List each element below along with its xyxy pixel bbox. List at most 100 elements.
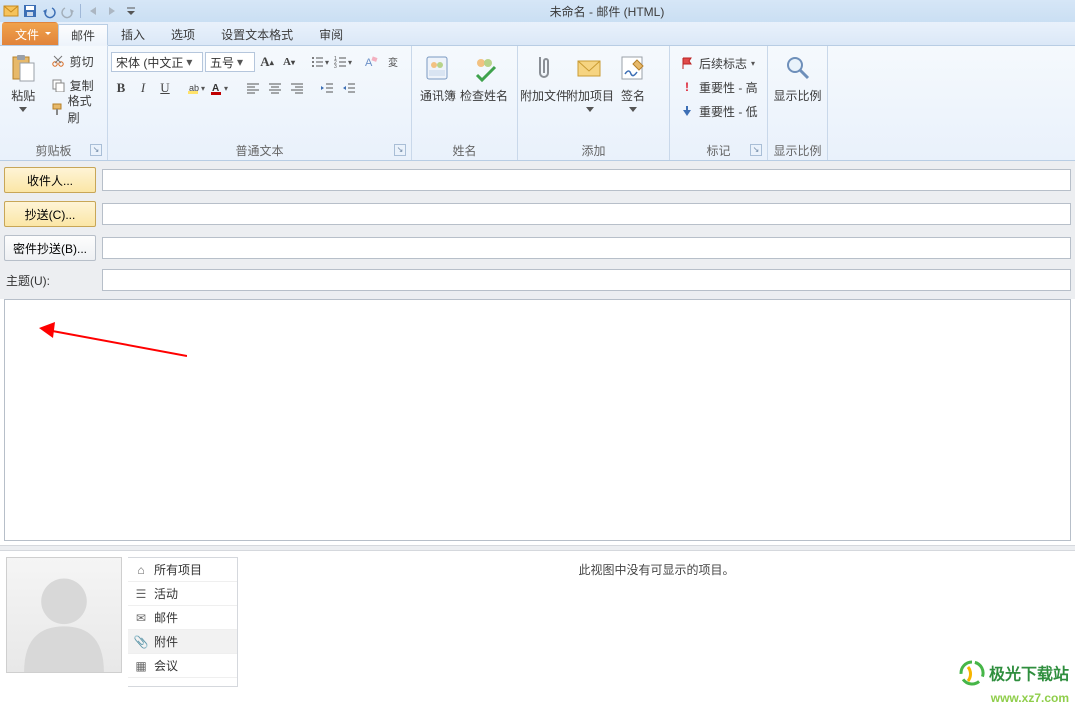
redo-icon[interactable] — [59, 2, 77, 20]
exclamation-icon: ! — [679, 79, 695, 95]
align-right-button[interactable] — [287, 78, 307, 98]
paperclip-icon — [528, 52, 560, 84]
cut-button[interactable]: 剪切 — [46, 50, 102, 72]
address-book-icon — [422, 52, 454, 84]
btab-attachments-label: 附件 — [154, 633, 178, 650]
btab-activity[interactable]: ☰活动 — [128, 582, 237, 606]
format-painter-label: 格式刷 — [68, 92, 98, 126]
attach-item-button[interactable]: 附加项目 — [567, 48, 613, 112]
subject-label: 主题(U): — [4, 272, 96, 289]
address-book-button[interactable]: 通讯簿 — [415, 48, 461, 104]
people-pane-tabs: ⌂所有项目 ☰活动 ✉邮件 📎附件 ▦会议 — [128, 557, 238, 687]
watermark-text: 极光下载站 — [989, 667, 1069, 684]
attach-file-button[interactable]: 附加文件 — [521, 48, 567, 104]
row-cc: 抄送(C)... — [4, 201, 1071, 227]
cc-button[interactable]: 抄送(C)... — [4, 201, 96, 227]
chevron-down-icon — [629, 107, 637, 112]
follow-up-button[interactable]: 后续标志 ▾ — [675, 52, 762, 74]
paste-button[interactable]: 粘贴 — [3, 48, 44, 112]
subject-input[interactable] — [102, 269, 1071, 291]
high-importance-button[interactable]: ! 重要性 - 高 — [675, 76, 762, 98]
phonetic-guide-button[interactable]: 変 — [383, 52, 403, 72]
next-item-icon[interactable] — [103, 2, 121, 20]
launcher-icon[interactable]: ↘ — [394, 144, 406, 156]
numbering-button[interactable]: 123▾ — [332, 52, 353, 72]
row-bcc: 密件抄送(B)... — [4, 235, 1071, 261]
tab-file-label: 文件 — [15, 26, 39, 43]
btab-all-label: 所有项目 — [154, 561, 202, 578]
tab-insert[interactable]: 插入 — [108, 23, 158, 45]
down-arrow-icon — [679, 103, 695, 119]
align-center-button[interactable] — [265, 78, 285, 98]
font-color-button[interactable]: A▾ — [208, 78, 229, 98]
launcher-icon[interactable]: ↘ — [90, 144, 102, 156]
copy-icon — [50, 77, 66, 93]
paste-label: 粘贴 — [11, 87, 35, 104]
cut-label: 剪切 — [70, 53, 94, 70]
bullets-button[interactable]: ▾ — [309, 52, 330, 72]
ribbon-tabs: 文件 邮件 插入 选项 设置文本格式 审阅 — [0, 22, 1075, 46]
tab-options-label: 选项 — [171, 26, 195, 43]
empty-message: 此视图中没有可显示的项目。 — [238, 551, 1075, 711]
btab-meetings[interactable]: ▦会议 — [128, 654, 237, 678]
watermark-logo-icon — [959, 660, 985, 691]
tab-options[interactable]: 选项 — [158, 23, 208, 45]
underline-button[interactable]: U — [155, 78, 175, 98]
font-size-combo[interactable]: 五号▾ — [205, 52, 255, 72]
zoom-button[interactable]: 显示比例 — [771, 48, 824, 104]
tab-file[interactable]: 文件 — [2, 22, 58, 45]
qat-customize-icon[interactable] — [122, 2, 140, 20]
to-input[interactable] — [102, 169, 1071, 191]
check-names-button[interactable]: 检查姓名 — [461, 48, 507, 104]
message-body[interactable] — [4, 299, 1071, 541]
app-icon — [2, 2, 20, 20]
cc-input[interactable] — [102, 203, 1071, 225]
watermark-url: www.xz7.com — [959, 691, 1069, 705]
btab-attachments[interactable]: 📎附件 — [128, 630, 237, 654]
grow-font-button[interactable]: A▴ — [257, 52, 277, 72]
group-clipboard-label: 剪贴板↘ — [3, 142, 104, 160]
svg-text:A: A — [365, 57, 373, 69]
annotation-arrow — [37, 318, 187, 358]
bcc-input[interactable] — [102, 237, 1071, 259]
to-button[interactable]: 收件人... — [4, 167, 96, 193]
launcher-icon[interactable]: ↘ — [750, 144, 762, 156]
highlight-button[interactable]: ab▾ — [185, 78, 206, 98]
save-icon[interactable] — [21, 2, 39, 20]
watermark: 极光下载站 www.xz7.com — [959, 660, 1069, 705]
bcc-button[interactable]: 密件抄送(B)... — [4, 235, 96, 261]
align-left-button[interactable] — [243, 78, 263, 98]
format-painter-button[interactable]: 格式刷 — [46, 98, 102, 120]
signature-label: 签名 — [621, 87, 645, 104]
zoom-label: 显示比例 — [773, 87, 821, 104]
group-basic-text-label: 普通文本↘ — [111, 142, 408, 160]
undo-icon[interactable] — [40, 2, 58, 20]
tab-format[interactable]: 设置文本格式 — [208, 23, 306, 45]
group-tags: 后续标志 ▾ ! 重要性 - 高 重要性 - 低 标记↘ — [670, 46, 768, 160]
tab-mail-label: 邮件 — [71, 27, 95, 44]
italic-button[interactable]: I — [133, 78, 153, 98]
scissors-icon — [50, 53, 66, 69]
btab-all[interactable]: ⌂所有项目 — [128, 558, 237, 582]
tab-review[interactable]: 审阅 — [306, 23, 356, 45]
chevron-down-icon — [19, 107, 27, 112]
signature-button[interactable]: 签名 — [613, 48, 653, 112]
chevron-down-icon: ▾ — [183, 55, 195, 69]
brush-icon — [50, 101, 64, 117]
attach-item-icon — [574, 52, 606, 84]
paste-icon — [7, 52, 39, 84]
window-title: 未命名 - 邮件 (HTML) — [141, 3, 1073, 20]
decrease-indent-button[interactable] — [317, 78, 337, 98]
shrink-font-button[interactable]: A▾ — [279, 52, 299, 72]
font-size-value: 五号 — [210, 54, 234, 71]
group-zoom-label: 显示比例 — [771, 142, 824, 160]
prev-item-icon[interactable] — [84, 2, 102, 20]
increase-indent-button[interactable] — [339, 78, 359, 98]
clear-formatting-button[interactable]: A — [361, 52, 381, 72]
tab-format-label: 设置文本格式 — [221, 26, 293, 43]
font-name-combo[interactable]: 宋体 (中文正▾ — [111, 52, 203, 72]
btab-mail[interactable]: ✉邮件 — [128, 606, 237, 630]
low-importance-button[interactable]: 重要性 - 低 — [675, 100, 762, 122]
bold-button[interactable]: B — [111, 78, 131, 98]
tab-mail[interactable]: 邮件 — [58, 24, 108, 46]
